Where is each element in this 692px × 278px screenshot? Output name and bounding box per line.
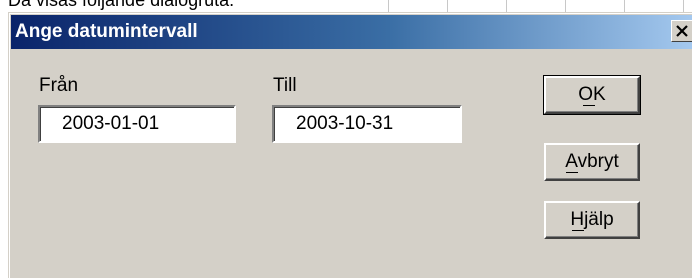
help-button[interactable]: Hjälp (544, 201, 640, 239)
to-date-input[interactable] (272, 105, 462, 143)
dialog-title: Ange datumintervall (15, 21, 198, 42)
close-icon (676, 21, 688, 42)
date-range-dialog: Ange datumintervall Från Till OK Avbryt … (8, 12, 692, 278)
ok-button[interactable]: OK (543, 75, 641, 115)
close-button[interactable] (671, 20, 692, 42)
to-label: Till (273, 75, 297, 96)
cancel-button[interactable]: Avbryt (544, 143, 640, 181)
help-mnemonic-underline (572, 230, 584, 231)
title-bar[interactable]: Ange datumintervall (11, 15, 692, 49)
document-text-cutoff: Då visas följande dialogruta. (8, 0, 235, 10)
screenshot: Då visas följande dialogruta. Ange datum… (0, 0, 692, 278)
from-date-input[interactable] (38, 105, 236, 143)
from-label: Från (39, 75, 79, 96)
ok-button-label: OK (578, 84, 606, 105)
cancel-mnemonic-underline (566, 172, 578, 173)
help-button-label: Hjälp (570, 209, 614, 230)
cancel-button-label: Avbryt (565, 151, 619, 172)
ok-mnemonic-underline (583, 105, 595, 106)
document-ruler-lines (330, 0, 692, 12)
